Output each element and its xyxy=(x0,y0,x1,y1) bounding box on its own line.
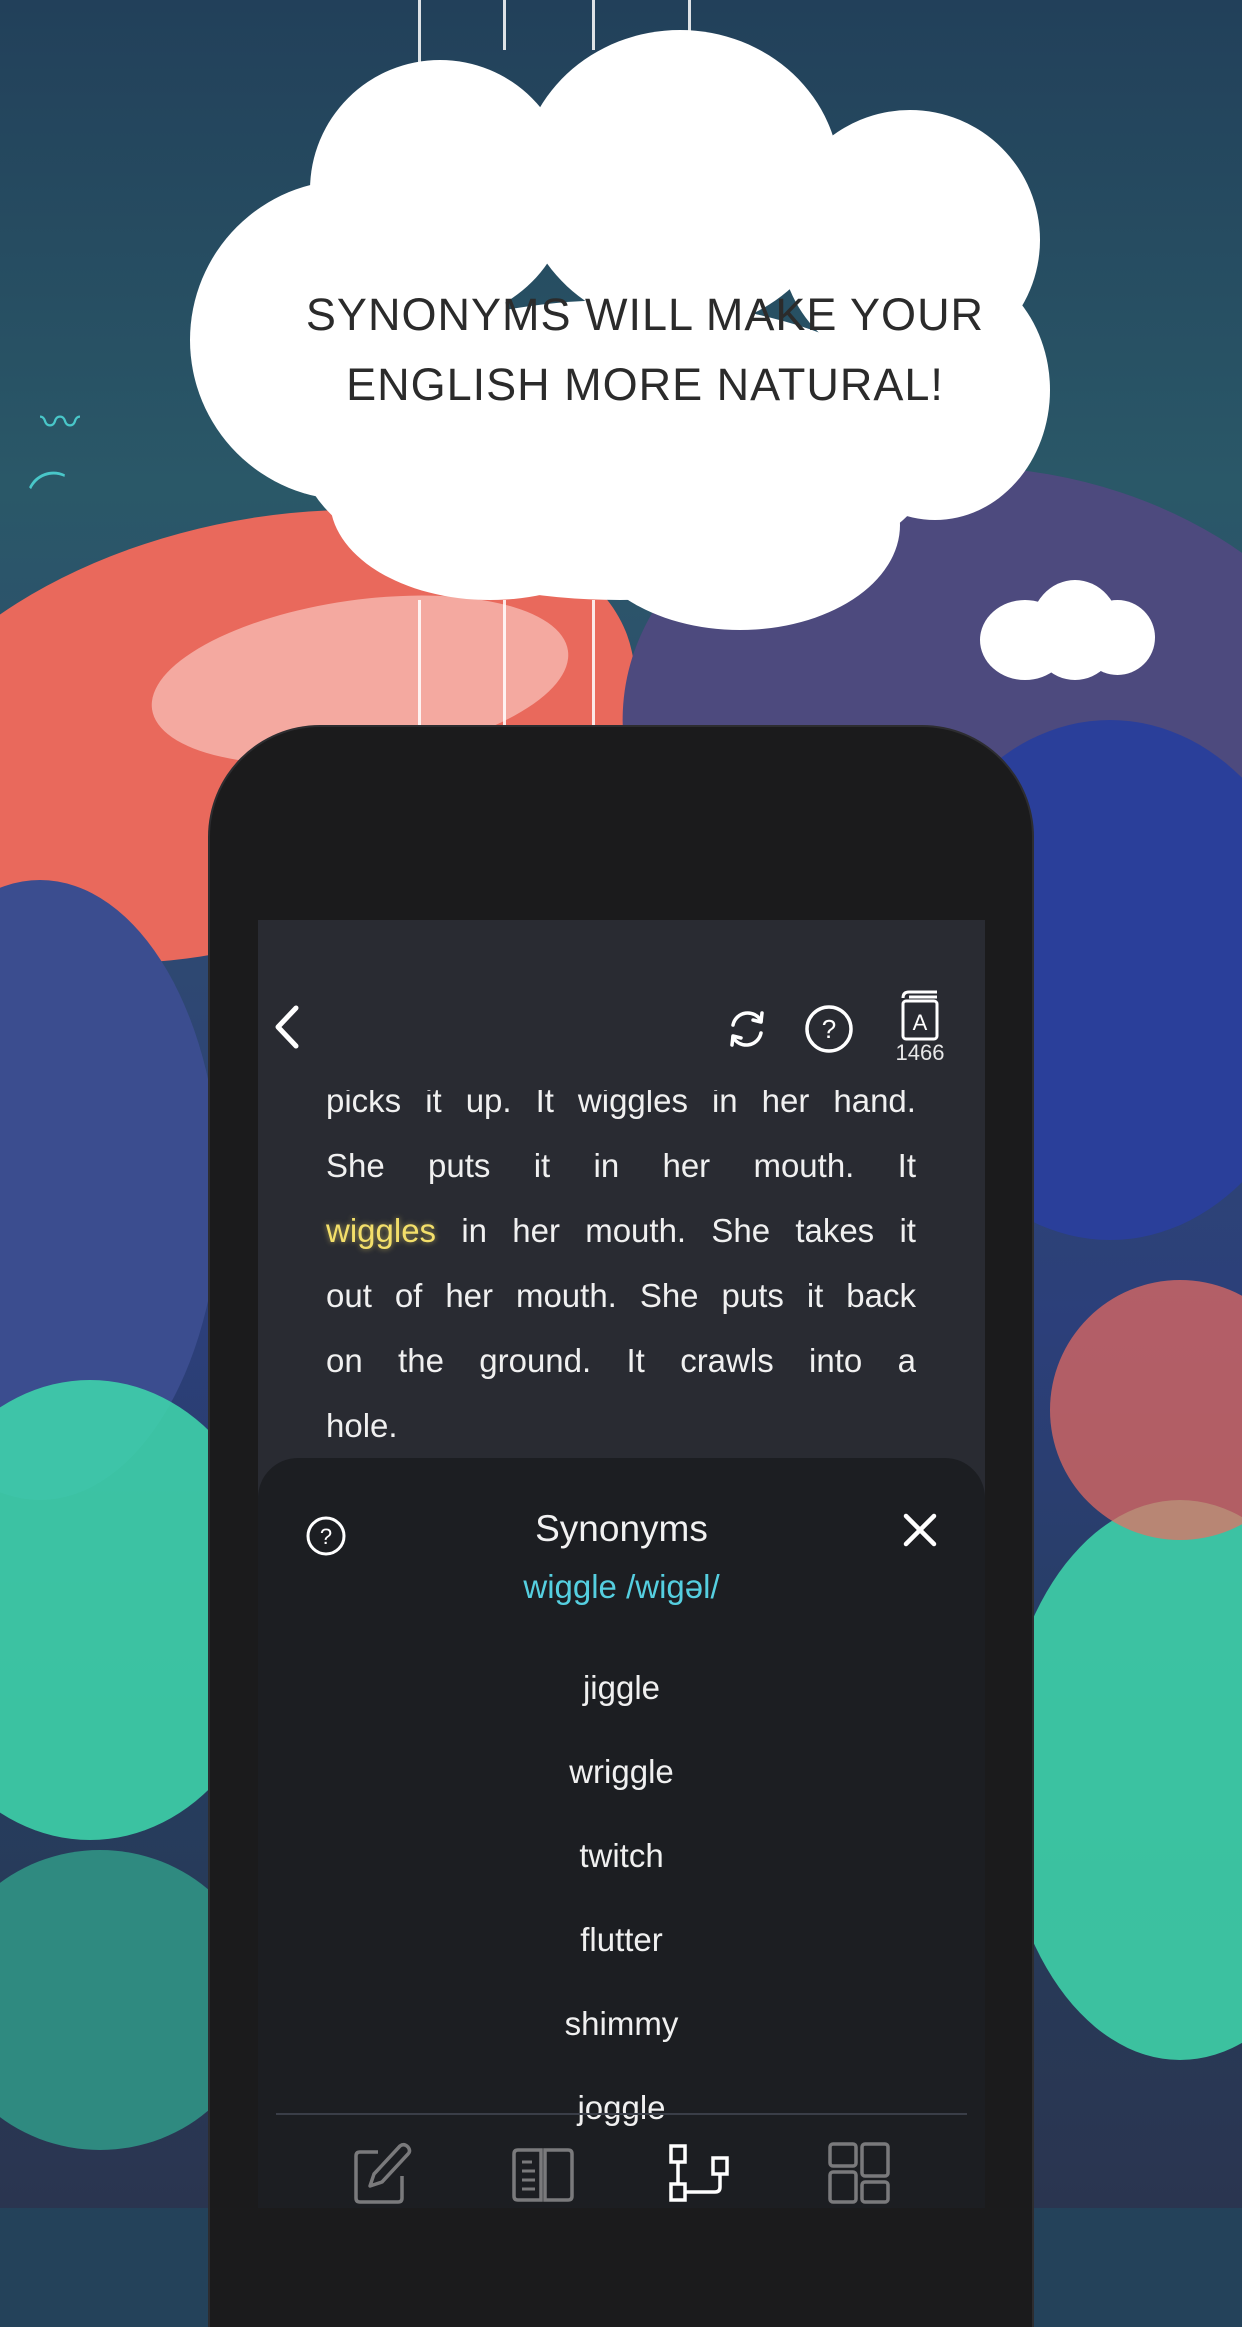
svg-text:A: A xyxy=(913,1010,928,1035)
story-word[interactable]: the xyxy=(398,1328,444,1393)
svg-text:?: ? xyxy=(822,1014,836,1044)
story-word[interactable]: in xyxy=(712,1090,738,1133)
story-word[interactable]: on xyxy=(326,1328,363,1393)
story-word[interactable]: into xyxy=(809,1328,862,1393)
story-word[interactable]: ground. xyxy=(479,1328,591,1393)
mint-wave-right xyxy=(1000,1500,1242,2060)
story-word[interactable]: her xyxy=(662,1133,710,1198)
chevron-left-icon xyxy=(275,1005,299,1049)
app-screen: ? A 1466 picks it up. It wiggles in her hand. Sh… xyxy=(258,920,985,2208)
help-circle-icon: ? xyxy=(805,1005,853,1053)
story-word[interactable]: out xyxy=(326,1263,372,1328)
dictionary-word-count: 1466 xyxy=(895,1040,945,1065)
headword-pronunciation: wiggle /wigəl/ xyxy=(523,1568,720,1605)
story-word[interactable]: her xyxy=(512,1198,560,1263)
story-word[interactable]: of xyxy=(395,1263,423,1328)
promo-headline-line-1: SYNONYMS WILL MAKE YOUR xyxy=(305,289,985,340)
hanging-string xyxy=(503,600,506,730)
synonyms-sheet: ? Synonyms wiggle /wigəl/ jiggle wriggle… xyxy=(258,1458,985,2208)
pencil-square-icon xyxy=(354,2142,412,2204)
story-word[interactable]: back xyxy=(846,1263,916,1328)
hanging-string xyxy=(592,0,595,50)
story-word[interactable]: crawls xyxy=(680,1328,774,1393)
story-line: picks it up. It wiggles in her hand. xyxy=(326,1090,916,1133)
dictionary-book-icon: A xyxy=(901,990,939,1041)
tab-read[interactable] xyxy=(508,2140,578,2206)
story-word[interactable]: up. xyxy=(466,1090,512,1133)
highlighted-word[interactable]: wiggles xyxy=(326,1198,436,1263)
grid-dashboard-icon xyxy=(828,2142,890,2204)
coral-accent-right xyxy=(1050,1280,1242,1540)
story-word[interactable]: It xyxy=(898,1133,916,1198)
story-word[interactable]: it xyxy=(899,1198,916,1263)
tab-synonyms[interactable] xyxy=(665,2140,735,2206)
bottom-tab-bar xyxy=(258,2128,985,2208)
hanging-string xyxy=(418,600,421,730)
refresh-icon xyxy=(730,1011,764,1047)
bird-icon: ⌒ xyxy=(24,464,79,522)
synonym-item[interactable]: jiggle xyxy=(258,1646,985,1730)
story-word[interactable]: wiggles xyxy=(578,1090,688,1133)
story-word[interactable]: it xyxy=(425,1090,442,1133)
story-word[interactable]: mouth. xyxy=(753,1133,854,1198)
story-word[interactable]: her xyxy=(445,1263,493,1328)
synonyms-list: jiggle wriggle twitch flutter shimmy jog… xyxy=(258,1646,985,2150)
hanging-string xyxy=(418,0,421,70)
top-bar: ? A 1466 xyxy=(258,920,985,1090)
story-word[interactable]: It xyxy=(536,1090,554,1133)
story-word[interactable]: puts xyxy=(428,1133,490,1198)
story-word[interactable]: in xyxy=(461,1198,487,1263)
sheet-title: Synonyms xyxy=(535,1508,708,1549)
promo-headline: SYNONYMS WILL MAKE YOUR ENGLISH MORE NAT… xyxy=(250,280,1040,420)
hanging-string xyxy=(503,0,506,50)
story-word[interactable]: hand. xyxy=(833,1090,916,1133)
bird-icon: 〰 xyxy=(40,400,80,446)
open-book-icon xyxy=(512,2148,574,2202)
back-button[interactable] xyxy=(268,1002,308,1052)
story-text: picks it up. It wiggles in her hand. She puts it in… xyxy=(326,1068,916,1458)
hanging-string xyxy=(592,600,595,730)
promo-headline-line-2: ENGLISH MORE NATURAL! xyxy=(346,359,944,410)
story-word[interactable]: it xyxy=(534,1133,551,1198)
story-line: on the ground. It crawls into a xyxy=(326,1328,916,1393)
story-word[interactable]: in xyxy=(593,1133,619,1198)
refresh-button[interactable] xyxy=(723,1005,771,1057)
close-button[interactable] xyxy=(900,1510,940,1554)
story-word[interactable]: She xyxy=(711,1198,770,1263)
synonym-item[interactable]: shimmy xyxy=(258,1982,985,2066)
story-word[interactable]: it xyxy=(807,1263,824,1328)
story-word[interactable]: puts xyxy=(721,1263,783,1328)
synonym-item[interactable]: twitch xyxy=(258,1814,985,1898)
story-word[interactable]: mouth. xyxy=(585,1198,686,1263)
story-line: out of her mouth. She puts it back xyxy=(326,1263,916,1328)
tab-dashboard[interactable] xyxy=(826,2140,896,2206)
story-word[interactable]: It xyxy=(627,1328,645,1393)
story-line: wiggles in her mouth. She takes it xyxy=(326,1198,916,1263)
story-line: She puts it in her mouth. It xyxy=(326,1133,916,1198)
close-icon xyxy=(903,1513,937,1547)
story-word[interactable]: her xyxy=(762,1090,810,1133)
story-line: hole. xyxy=(326,1393,916,1458)
help-button[interactable]: ? xyxy=(803,1003,855,1059)
story-word[interactable]: hole. xyxy=(326,1393,398,1458)
story-word[interactable]: takes xyxy=(795,1198,874,1263)
synonym-item[interactable]: wriggle xyxy=(258,1730,985,1814)
tab-edit[interactable] xyxy=(348,2140,418,2206)
story-word[interactable]: picks xyxy=(326,1090,401,1133)
tree-diagram-icon xyxy=(669,2144,729,2202)
story-word[interactable]: She xyxy=(326,1133,385,1198)
tabbar-divider xyxy=(276,2113,967,2115)
story-word[interactable]: She xyxy=(640,1263,699,1328)
story-word[interactable]: mouth. xyxy=(516,1263,617,1328)
story-word[interactable]: a xyxy=(898,1328,916,1393)
synonym-item[interactable]: flutter xyxy=(258,1898,985,1982)
dictionary-button[interactable]: A xyxy=(895,988,945,1046)
